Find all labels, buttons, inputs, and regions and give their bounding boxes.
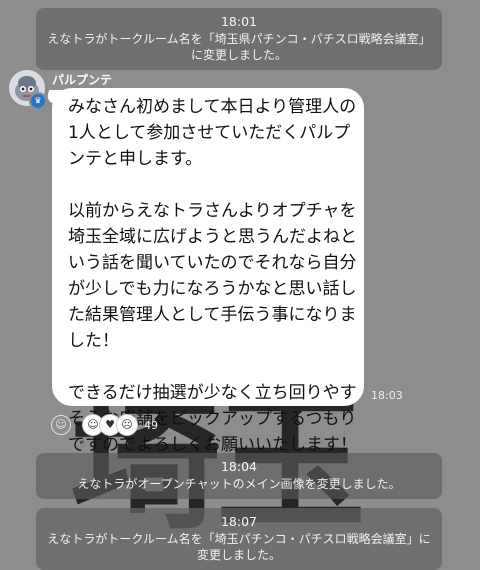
system-message-time: 18:01: [220, 14, 258, 29]
reaction-summary[interactable]: ☺ ♥ ☹ 49: [82, 414, 158, 436]
system-message-text: えなトラがトークルーム名を「埼玉パチンコ・パチスロ戦略会議室」に変更しました。: [47, 532, 431, 562]
sender-name: パルプンテ: [52, 73, 113, 87]
crown-badge-icon: ♛: [29, 92, 47, 110]
system-message-text: えなトラがオープンチャットのメイン画像を変更しました。: [77, 477, 401, 491]
system-message-text: えなトラがトークルーム名を「埼玉県パチンコ・パチスロ戦略会議室」に変更しました。: [47, 32, 431, 62]
system-message: 18:07 えなトラがトークルーム名を「埼玉パチンコ・パチスロ戦略会議室」に変更…: [36, 508, 442, 570]
system-message-time: 18:04: [220, 459, 258, 474]
message-time: 18:03: [371, 389, 403, 402]
message-paragraph: みなさん初めまして本日より管理人の 1人として参加させていただくパルプ ンテと申…: [68, 97, 357, 169]
system-message-time: 18:07: [220, 514, 258, 529]
reaction-count: 49: [144, 418, 158, 432]
message-bubble[interactable]: みなさん初めまして本日より管理人の 1人として参加させていただくパルプ ンテと申…: [52, 88, 364, 455]
system-message: 18:04 えなトラがオープンチャットのメイン画像を変更しました。: [36, 453, 442, 499]
cry-face-icon: ☹: [116, 414, 138, 436]
system-message: 18:01 えなトラがトークルーム名を「埼玉県パチンコ・パチスロ戦略会議室」に変…: [36, 8, 442, 70]
message-paragraph: 以前からえなトラさんよりオプチャを 埼玉全域に広げようと思うんだよねと いう話を…: [68, 201, 357, 351]
add-reaction-icon[interactable]: ☺: [51, 415, 71, 435]
